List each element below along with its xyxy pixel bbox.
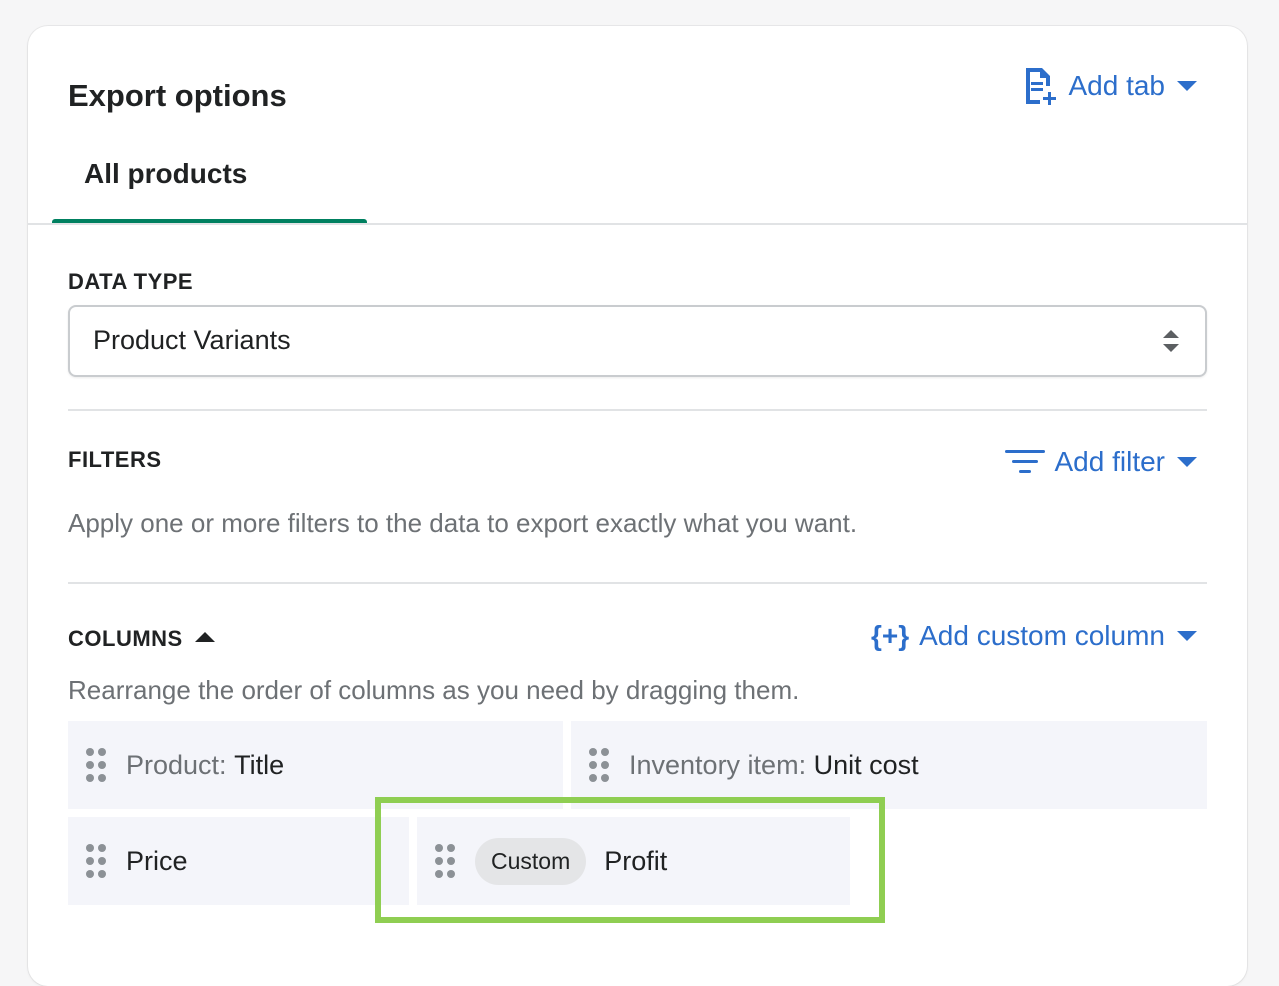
drag-handle-icon[interactable] (86, 844, 106, 878)
drag-handle-icon[interactable] (589, 748, 609, 782)
filter-icon (1004, 450, 1045, 473)
custom-badge: Custom (475, 837, 587, 885)
columns-description: Rearrange the order of columns as you ne… (68, 675, 800, 705)
chevron-down-icon (1177, 631, 1197, 641)
column-item-inventory-unit-cost[interactable]: Inventory item: Unit cost (571, 721, 1207, 809)
tab-all-products[interactable]: All products (52, 144, 367, 224)
column-name: Profit (604, 845, 668, 876)
column-name: Price (126, 845, 188, 876)
add-tab-button[interactable]: Add tab (1022, 66, 1197, 106)
data-type-value: Product Variants (93, 325, 291, 355)
data-type-select[interactable]: Product Variants (68, 305, 1207, 377)
custom-column-icon: {+} (870, 620, 910, 651)
page-title: Export options (68, 78, 287, 113)
add-filter-button[interactable]: Add filter (1004, 446, 1197, 478)
section-divider (68, 582, 1207, 584)
add-tab-label: Add tab (1068, 70, 1165, 101)
column-item-custom-profit[interactable]: Custom Profit (417, 817, 850, 905)
export-options-card: Export options Add tab All products DATA… (28, 26, 1247, 986)
columns-label: COLUMNS (68, 626, 183, 651)
tab-label: All products (84, 158, 248, 189)
add-custom-column-button[interactable]: {+} Add custom column (871, 620, 1197, 652)
add-filter-label: Add filter (1054, 446, 1166, 477)
column-name: Unit cost (813, 749, 919, 780)
add-custom-column-label: Add custom column (919, 620, 1165, 651)
filters-description: Apply one or more filters to the data to… (68, 508, 858, 538)
drag-handle-icon[interactable] (86, 748, 106, 782)
column-prefix: Product: (126, 749, 227, 780)
column-prefix: Inventory item: (629, 749, 807, 780)
select-arrows-icon (1163, 330, 1179, 352)
column-item-price[interactable]: Price (68, 817, 409, 905)
document-add-icon (1026, 68, 1057, 105)
tab-divider (28, 223, 1247, 225)
chevron-down-icon (1177, 457, 1197, 467)
drag-handle-icon[interactable] (435, 844, 455, 878)
column-name: Title (234, 749, 285, 780)
chevron-up-icon[interactable] (194, 632, 215, 642)
filters-label: FILTERS (68, 447, 162, 472)
column-item-product-title[interactable]: Product: Title (68, 721, 563, 809)
section-divider (68, 409, 1207, 411)
data-type-label: DATA TYPE (68, 269, 194, 294)
columns-header: COLUMNS (68, 626, 215, 652)
chevron-down-icon (1177, 81, 1197, 91)
